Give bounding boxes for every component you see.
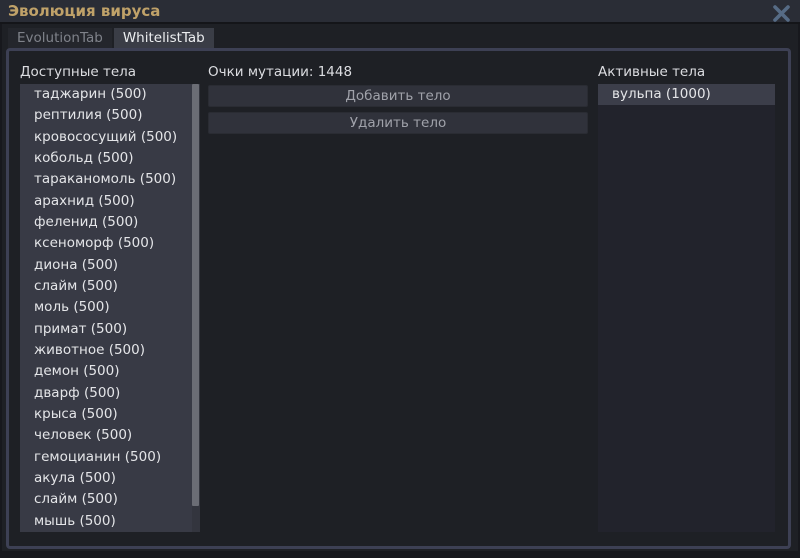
active-bodies-header: Активные тела xyxy=(598,63,705,81)
active-bodies-list: вульпа (1000) xyxy=(598,84,775,532)
available-body-item[interactable]: гемоцианин (500) xyxy=(20,447,200,468)
available-body-item[interactable]: крыса (500) xyxy=(20,404,200,425)
add-body-button[interactable]: Добавить тело xyxy=(208,85,588,107)
tab-bar: EvolutionTab WhitelistTab xyxy=(8,28,216,48)
available-body-item[interactable]: ксеноморф (500) xyxy=(20,233,200,254)
active-body-item[interactable]: вульпа (1000) xyxy=(598,84,775,105)
mutation-actions: Добавить тело Удалить тело xyxy=(208,85,588,139)
available-body-item[interactable]: дварф (500) xyxy=(20,383,200,404)
available-bodies-header: Доступные тела xyxy=(20,63,136,81)
available-body-item[interactable]: арахнид (500) xyxy=(20,191,200,212)
available-body-item[interactable]: моль (500) xyxy=(20,297,200,318)
available-body-item[interactable]: диона (500) xyxy=(20,255,200,276)
available-body-item[interactable]: феленид (500) xyxy=(20,212,200,233)
available-list-scrollbar[interactable] xyxy=(192,84,200,532)
available-body-item[interactable]: слайм (500) xyxy=(20,276,200,297)
available-body-item[interactable]: кобольд (500) xyxy=(20,148,200,169)
available-body-item[interactable]: кровососущий (500) xyxy=(20,127,200,148)
tab-evolution[interactable]: EvolutionTab xyxy=(8,28,112,48)
mutation-points-label: Очки мутации: 1448 xyxy=(208,63,352,81)
tab-whitelist[interactable]: WhitelistTab xyxy=(114,28,214,48)
virus-evolution-window: Эволюция вируса EvolutionTab WhitelistTa… xyxy=(0,0,800,558)
available-body-item[interactable]: акула (500) xyxy=(20,468,200,489)
close-button[interactable] xyxy=(771,3,791,23)
available-body-item[interactable]: мышь (500) xyxy=(20,511,200,532)
available-body-item[interactable]: животное (500) xyxy=(20,340,200,361)
close-icon xyxy=(773,5,790,22)
window-title: Эволюция вируса xyxy=(8,0,160,23)
available-bodies-list: таджарин (500) рептилия (500) кровососущ… xyxy=(20,84,200,532)
scrollbar-thumb[interactable] xyxy=(192,84,199,506)
available-body-item[interactable]: слайм (500) xyxy=(20,489,200,510)
available-body-item[interactable]: тараканомоль (500) xyxy=(20,169,200,190)
available-body-item[interactable]: человек (500) xyxy=(20,425,200,446)
available-body-item[interactable]: примат (500) xyxy=(20,319,200,340)
content-panel: Доступные тела Очки мутации: 1448 Активн… xyxy=(6,48,791,549)
titlebar[interactable]: Эволюция вируса xyxy=(0,0,800,24)
available-body-item[interactable]: рептилия (500) xyxy=(20,105,200,126)
available-body-item[interactable]: таджарин (500) xyxy=(20,84,200,105)
available-body-item[interactable]: демон (500) xyxy=(20,361,200,382)
remove-body-button[interactable]: Удалить тело xyxy=(208,112,588,134)
